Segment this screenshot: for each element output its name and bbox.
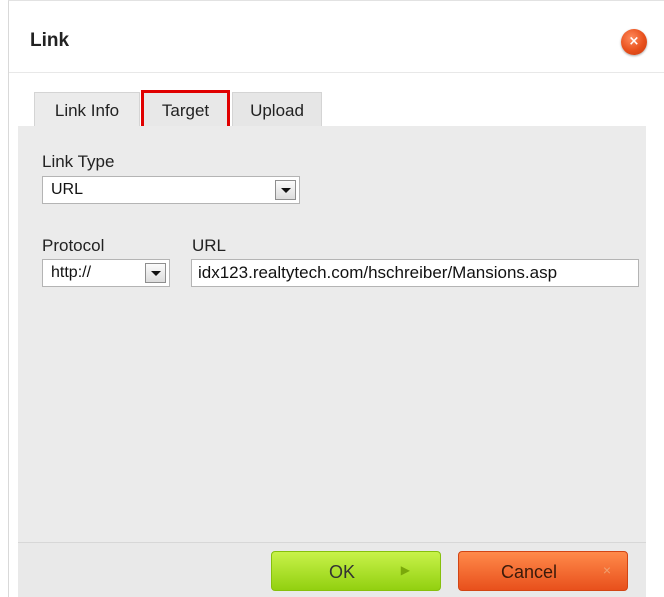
dialog-title: Link xyxy=(30,30,70,51)
url-label: URL xyxy=(192,236,227,255)
url-value: idx123.realtytech.com/hschreiber/Mansion… xyxy=(198,263,558,282)
link-type-value: URL xyxy=(51,181,84,198)
ok-button[interactable]: OK ▶ xyxy=(271,551,441,591)
cancel-button[interactable]: Cancel × xyxy=(458,551,628,591)
tab-upload-label: Upload xyxy=(250,101,304,120)
link-type-dropdown-button[interactable] xyxy=(275,180,296,200)
close-button[interactable]: × xyxy=(621,29,647,55)
link-type-label: Link Type xyxy=(42,152,115,171)
tab-link-info[interactable]: Link Info xyxy=(34,92,140,127)
arrow-right-icon: ▶ xyxy=(400,563,410,577)
protocol-value: http:// xyxy=(51,264,92,281)
link-type-select[interactable]: URL xyxy=(42,176,300,204)
tab-upload[interactable]: Upload xyxy=(232,92,322,127)
cancel-button-label: Cancel xyxy=(500,562,558,582)
url-input[interactable]: idx123.realtytech.com/hschreiber/Mansion… xyxy=(191,259,639,287)
tab-link-info-label: Link Info xyxy=(54,101,120,120)
tab-target-label: Target xyxy=(161,101,210,120)
close-icon: × xyxy=(628,34,640,49)
chevron-down-icon xyxy=(151,271,161,276)
close-icon: × xyxy=(602,562,611,578)
dialog-title-bar: Link × xyxy=(9,1,664,73)
protocol-label: Protocol xyxy=(42,236,105,255)
protocol-select[interactable]: http:// xyxy=(42,259,170,287)
chevron-down-icon xyxy=(281,188,291,193)
protocol-dropdown-button[interactable] xyxy=(145,263,166,283)
